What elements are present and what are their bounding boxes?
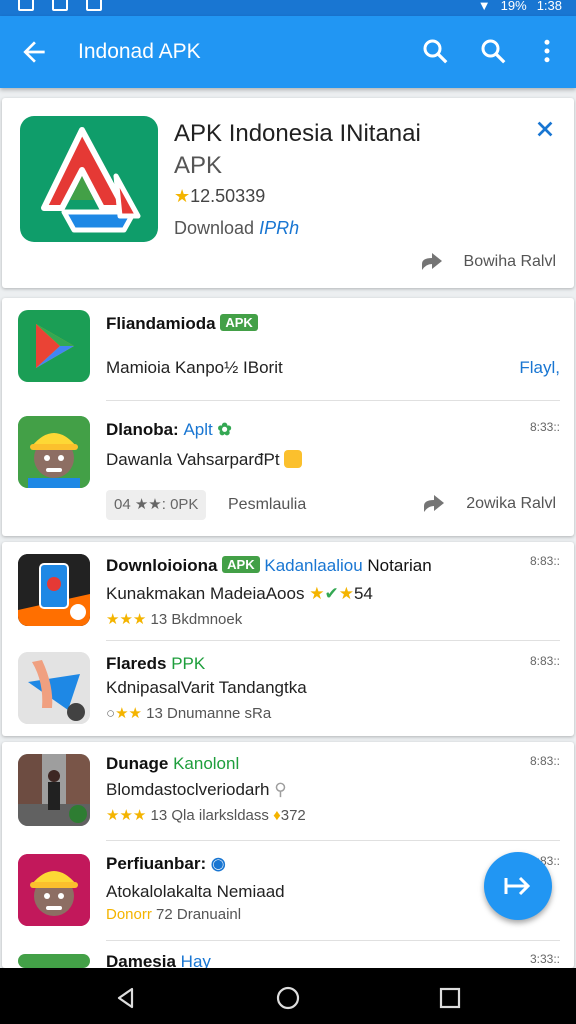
app-bar: Indonad APK	[0, 16, 576, 88]
item-action[interactable]: 2owika Ralvl	[422, 494, 556, 514]
app-meta: Donorr 72 Dranuainl	[106, 906, 242, 923]
app-description: KdnipasalVarit Tandangtka	[106, 678, 307, 697]
featured-action-label: Bowiha Ralvl	[463, 253, 556, 270]
item-action-label: 2owika Ralvl	[466, 495, 556, 512]
image-notification-icon	[52, 0, 68, 11]
divider	[106, 940, 560, 941]
search-icon[interactable]	[478, 36, 508, 66]
battery-level: 19%	[500, 0, 527, 13]
fab-arrow-icon	[504, 876, 531, 896]
play-link[interactable]: Flayl,	[519, 358, 560, 378]
worker-avatar-icon	[18, 416, 90, 488]
clock: 1:38	[536, 0, 562, 13]
app-icon	[18, 954, 90, 968]
featured-app-icon	[20, 116, 158, 242]
list-item[interactable]: Dlanoba: Aplt ✿ 8:33:: Dawanla Vahsarpar…	[2, 402, 574, 536]
play-store-app-icon	[18, 310, 90, 382]
app-name: Dlanoba: Aplt ✿	[106, 420, 232, 439]
nav-home-icon[interactable]	[276, 986, 300, 1010]
featured-app-subtitle: APK	[174, 152, 223, 179]
close-icon[interactable]	[534, 118, 556, 140]
app-list-card-2: Downloioiona APK Kadanlaaliou Notarian 8…	[2, 542, 574, 736]
share-icon	[424, 495, 445, 512]
app-meta: ○★★ 13 Dnumanne sRa	[106, 705, 272, 722]
rating-chip[interactable]: 04 ★★: 0PK	[106, 490, 207, 520]
divider	[106, 640, 560, 641]
app-description: Mamioia Kanpo½ IBorit	[106, 358, 283, 377]
featured-app-rating: ★12.50339	[174, 186, 265, 207]
download-accent: IPRh	[259, 218, 300, 238]
worker-avatar-icon	[18, 854, 90, 926]
timestamp: 8:83::	[529, 754, 560, 768]
app-meta: ★★★ 13 Qla ilarksldass ♦372	[106, 807, 306, 824]
rating-stars: ★★	[115, 705, 142, 722]
app-list-card-1: Fliandamioda APK Mamioia Kanpo½ IBorit F…	[2, 298, 574, 536]
featured-download-link[interactable]: Download IPRh	[174, 218, 299, 239]
system-nav-bar	[0, 968, 576, 1024]
more-vert-icon[interactable]	[532, 36, 562, 66]
divider	[106, 400, 560, 401]
download-label: Download	[174, 218, 255, 238]
publisher-text: Pesmlaulia	[228, 496, 307, 513]
emoji-icon	[284, 450, 303, 468]
notification-icons	[18, 0, 102, 11]
share-icon	[421, 253, 442, 270]
timestamp: 8:33::	[529, 420, 560, 434]
wifi-icon: ▼	[477, 0, 491, 13]
empty-circle-icon: ○	[106, 705, 116, 722]
app-bar-title: Indonad APK	[78, 40, 201, 63]
list-item[interactable]: Downloioiona APK Kadanlaaliou Notarian 8…	[2, 542, 574, 638]
app-description: Atokalolakalta Nemiaad	[106, 882, 285, 901]
street-photo-app-icon	[18, 754, 90, 826]
app-name: Perfiuanbar: ◉	[106, 854, 226, 873]
nav-back-icon[interactable]	[114, 986, 138, 1010]
search-icon: ⚲	[274, 780, 287, 799]
app-name: Flareds PPK	[106, 654, 206, 673]
app-meta: ★★★ 13 Bkdmnoek	[106, 611, 243, 628]
rating-value: 12.50339	[190, 186, 266, 206]
app-description: Blomdastoclveriodarh ⚲	[106, 780, 287, 799]
status-bar: ▼ 19% 1:38	[0, 0, 576, 16]
star-icon: ★	[338, 584, 354, 603]
app-list-card-3: Dunage Kanolonl 8:83:: Blomdastoclveriod…	[2, 742, 574, 968]
back-arrow-icon[interactable]	[18, 36, 50, 68]
app-name: Fliandamioda APK	[106, 314, 258, 334]
fab-button[interactable]	[484, 852, 552, 920]
featured-app-title: APK Indonesia INitanai	[174, 120, 421, 147]
tag-icon: ♦	[273, 807, 281, 824]
image-notification-icon	[86, 0, 102, 11]
featured-app-card[interactable]: APK Indonesia INitanai APK ★12.50339 Dow…	[2, 98, 574, 288]
apk-badge: APK	[222, 556, 260, 573]
image-notification-icon	[18, 0, 34, 11]
hand-app-icon	[18, 652, 90, 724]
app-description: Kunakmakan MadeiaAoos ★✔★54	[106, 584, 373, 603]
app-description: Dawanla VahsarparđPt	[106, 450, 303, 470]
apk-badge: APK	[220, 314, 258, 331]
rating-stars: ★★★	[106, 611, 147, 628]
star-icon: ★	[309, 584, 325, 603]
phone-app-icon	[18, 554, 90, 626]
app-name: Dunage Kanolonl	[106, 754, 240, 773]
leaf-icon: ✿	[217, 420, 232, 439]
check-icon: ✔	[324, 584, 339, 603]
list-item[interactable]: Fliandamioda APK Mamioia Kanpo½ IBorit F…	[2, 298, 574, 398]
rating-stars: ★★★	[106, 807, 147, 824]
divider	[106, 840, 560, 841]
timestamp: 8:83::	[529, 554, 560, 568]
nav-recents-icon[interactable]	[438, 986, 462, 1010]
featured-action[interactable]: Bowiha Ralvl	[420, 252, 556, 272]
timestamp: 8:83::	[529, 654, 560, 668]
list-item[interactable]: Damesia Hay 3:33::	[2, 942, 574, 968]
timestamp: 3:33::	[529, 952, 560, 966]
star-icon: ★	[174, 186, 191, 206]
app-name: Damesia Hay	[106, 952, 211, 968]
chat-icon: ◉	[210, 854, 226, 873]
app-name: Downloioiona APK Kadanlaaliou Notarian	[106, 556, 432, 575]
list-item[interactable]: Flareds PPK 8:83:: KdnipasalVarit Tandan…	[2, 642, 574, 736]
search-icon[interactable]	[420, 36, 450, 66]
list-item[interactable]: Dunage Kanolonl 8:83:: Blomdastoclveriod…	[2, 742, 574, 838]
